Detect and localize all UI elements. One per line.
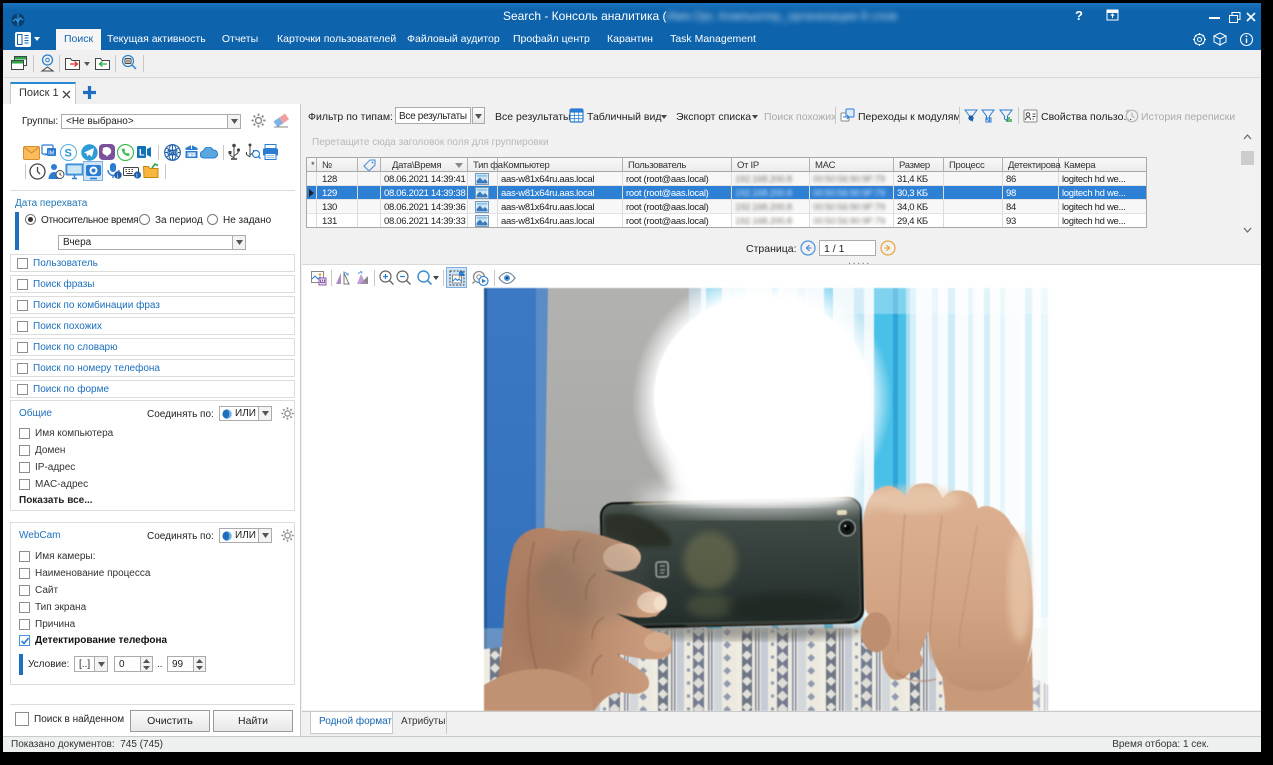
svg-text:HTTP: HTTP	[168, 151, 178, 155]
svg-text:i: i	[136, 174, 137, 179]
svg-text:S: S	[65, 148, 72, 160]
svg-text:FTP: FTP	[188, 153, 195, 157]
svg-text:L: L	[139, 148, 145, 158]
svg-text:IM: IM	[48, 151, 55, 157]
svg-text:i: i	[117, 174, 118, 180]
